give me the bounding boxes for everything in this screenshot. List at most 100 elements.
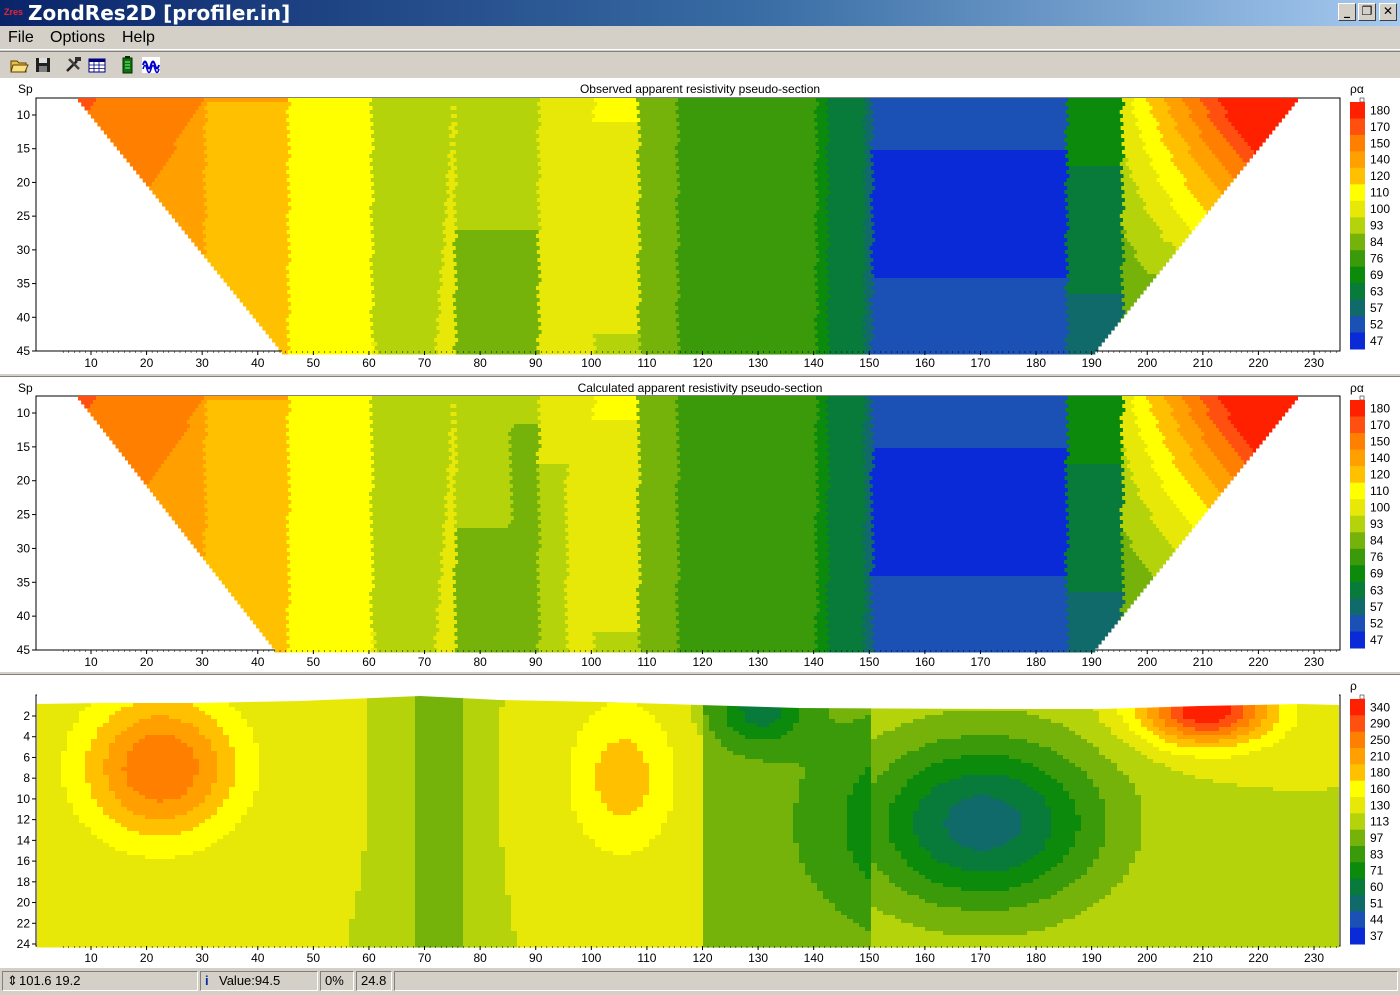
title-bar[interactable]: Zres ZondRes2D [profiler.in] _ ❐ ✕ bbox=[0, 0, 1400, 26]
contour-cell bbox=[358, 126, 366, 131]
contour-cell bbox=[608, 146, 616, 151]
close-button[interactable]: ✕ bbox=[1379, 3, 1397, 21]
contour-cell bbox=[1052, 138, 1059, 143]
contour-cell bbox=[773, 194, 781, 199]
contour-cell bbox=[736, 170, 743, 175]
contour-cell bbox=[1196, 146, 1204, 151]
contour-cell bbox=[1236, 114, 1244, 119]
contour-cell bbox=[1036, 118, 1043, 123]
contour-cell bbox=[850, 178, 858, 183]
contour-cell bbox=[605, 134, 612, 139]
contour-cell bbox=[339, 162, 347, 167]
contour-cell bbox=[625, 166, 632, 171]
contour-cell bbox=[929, 194, 937, 199]
contour-cell bbox=[207, 110, 215, 115]
contour-cell bbox=[1201, 130, 1209, 135]
contour-cell bbox=[675, 102, 682, 107]
contour-cell bbox=[677, 186, 684, 191]
wave-icon[interactable] bbox=[141, 55, 161, 75]
contour-cell bbox=[1029, 110, 1037, 115]
contour-cell bbox=[837, 102, 844, 107]
contour-cell bbox=[996, 150, 1003, 155]
tools-icon[interactable] bbox=[63, 55, 83, 75]
open-folder-icon[interactable] bbox=[9, 55, 29, 75]
contour-cell bbox=[505, 174, 512, 179]
contour-cell bbox=[1090, 170, 1097, 175]
contour-cell bbox=[924, 106, 931, 111]
contour-cell bbox=[862, 170, 869, 175]
contour-cell bbox=[282, 106, 289, 111]
contour-cell bbox=[721, 122, 728, 127]
contour-cell bbox=[869, 186, 876, 191]
contour-cell bbox=[594, 114, 602, 119]
contour-cell bbox=[963, 102, 970, 107]
contour-cell bbox=[1164, 106, 1171, 111]
contour-cell bbox=[153, 102, 160, 107]
restore-button[interactable]: ❐ bbox=[1358, 3, 1376, 21]
contour-cell bbox=[515, 186, 522, 191]
contour-cell bbox=[974, 138, 981, 143]
contour-cell bbox=[155, 194, 163, 199]
contour-cell bbox=[602, 190, 609, 195]
contour-cell bbox=[895, 182, 903, 187]
contour-cell bbox=[895, 166, 902, 171]
contour-cell bbox=[651, 154, 658, 159]
observed-pseudo-section-chart[interactable]: Observed apparent resistivity pseudo-sec… bbox=[0, 78, 1400, 373]
contour-cell bbox=[925, 174, 932, 179]
contour-cell bbox=[1020, 150, 1027, 155]
contour-cell bbox=[986, 198, 994, 203]
menu-file[interactable]: File bbox=[8, 28, 34, 48]
contour-cell bbox=[226, 178, 234, 183]
contour-cell bbox=[1103, 186, 1110, 191]
menu-options[interactable]: Options bbox=[50, 28, 105, 48]
contour-cell bbox=[803, 142, 811, 147]
contour-cell bbox=[891, 162, 899, 167]
menu-help[interactable]: Help bbox=[122, 28, 155, 48]
contour-cell bbox=[454, 170, 461, 175]
contour-cell bbox=[1014, 158, 1021, 163]
contour-cell bbox=[94, 118, 101, 123]
contour-cell bbox=[342, 150, 349, 155]
contour-cell bbox=[1011, 102, 1018, 107]
contour-cell bbox=[905, 142, 913, 147]
contour-cell bbox=[581, 134, 588, 139]
contour-cell bbox=[142, 170, 149, 175]
battery-icon[interactable] bbox=[117, 55, 137, 75]
contour-cell bbox=[984, 106, 991, 111]
contour-cell bbox=[417, 110, 425, 115]
observed-pseudo-section-panel[interactable]: Observed apparent resistivity pseudo-sec… bbox=[0, 78, 1400, 373]
contour-cell bbox=[712, 126, 720, 131]
table-icon[interactable] bbox=[87, 55, 107, 75]
contour-cell bbox=[1222, 170, 1229, 175]
contour-cell bbox=[966, 150, 973, 155]
contour-cell bbox=[603, 162, 611, 167]
contour-cell bbox=[646, 118, 653, 123]
contour-cell bbox=[772, 170, 779, 175]
contour-cell bbox=[305, 134, 312, 139]
contour-cell bbox=[93, 102, 100, 107]
contour-cell bbox=[738, 158, 745, 163]
contour-cell bbox=[962, 138, 969, 143]
contour-cell bbox=[1228, 126, 1236, 131]
contour-cell bbox=[866, 198, 874, 203]
contour-cell bbox=[825, 154, 832, 159]
contour-cell bbox=[257, 134, 264, 139]
contour-cell bbox=[903, 162, 911, 167]
contour-cell bbox=[1139, 186, 1146, 191]
contour-cell bbox=[864, 98, 871, 103]
contour-cell bbox=[730, 178, 738, 183]
contour-cell bbox=[412, 170, 419, 175]
contour-cell bbox=[1191, 110, 1199, 115]
minimize-button[interactable]: _ bbox=[1338, 3, 1356, 21]
contour-cell bbox=[120, 150, 127, 155]
contour-cell bbox=[589, 174, 596, 179]
save-icon[interactable] bbox=[33, 55, 53, 75]
contour-cell bbox=[881, 186, 888, 191]
contour-cell bbox=[519, 162, 527, 167]
contour-cell bbox=[543, 110, 551, 115]
contour-cell bbox=[839, 134, 846, 139]
contour-cell bbox=[1197, 162, 1205, 167]
contour-cell bbox=[1072, 178, 1080, 183]
contour-cell bbox=[534, 158, 541, 163]
contour-cell bbox=[228, 98, 235, 103]
